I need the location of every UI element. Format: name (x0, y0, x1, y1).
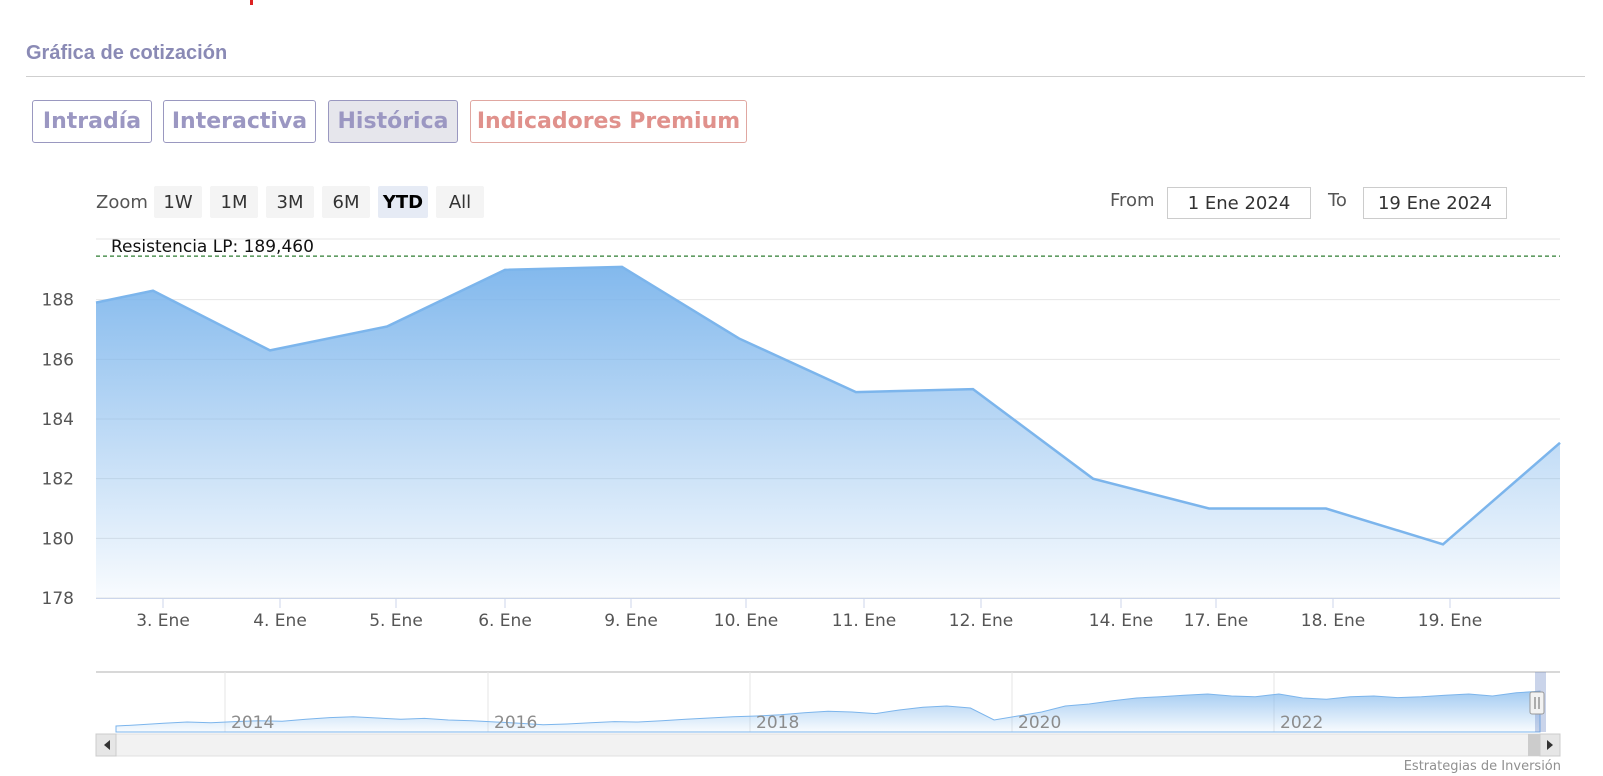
y-tick-label: 184 (42, 410, 74, 430)
x-tick-label: 18. Ene (1301, 611, 1365, 631)
navigator-handle[interactable] (1529, 691, 1545, 715)
navigator-year-label: 2022 (1280, 713, 1323, 733)
y-tick-label: 182 (42, 470, 74, 490)
x-tick-label: 3. Ene (136, 611, 190, 631)
y-tick-label: 180 (42, 529, 74, 549)
y-tick-label: 178 (42, 589, 74, 609)
y-tick-label: 186 (42, 350, 74, 370)
x-tick-label: 12. Ene (949, 611, 1013, 631)
x-tick-label: 14. Ene (1089, 611, 1153, 631)
price-chart: Resistencia LP: 189,460 178 180 182 184 186 1… (42, 237, 1561, 757)
x-tick-label: 17. Ene (1184, 611, 1248, 631)
watermark-credit: Estrategias de Inversión (1403, 759, 1561, 774)
navigator-series (115, 690, 1541, 733)
resistance-label: Resistencia LP: 189,460 (111, 237, 314, 257)
x-tick-label: 6. Ene (478, 611, 532, 631)
y-tick-label: 188 (42, 291, 74, 311)
price-area (96, 266, 1560, 598)
navigator-year-label: 2018 (756, 713, 799, 733)
navigator-year-label: 2014 (231, 713, 274, 733)
x-tick-label: 4. Ene (253, 611, 307, 631)
x-tick-label: 10. Ene (714, 611, 778, 631)
x-tick-label: 5. Ene (369, 611, 423, 631)
scrollbar-thumb[interactable] (1528, 734, 1540, 756)
navigator-year-label: 2020 (1018, 713, 1061, 733)
x-tick-label: 19. Ene (1418, 611, 1482, 631)
x-tick-label: 11. Ene (832, 611, 896, 631)
x-tick-label: 9. Ene (604, 611, 658, 631)
navigator-year-label: 2016 (494, 713, 537, 733)
scrollbar-track[interactable] (95, 733, 1561, 757)
